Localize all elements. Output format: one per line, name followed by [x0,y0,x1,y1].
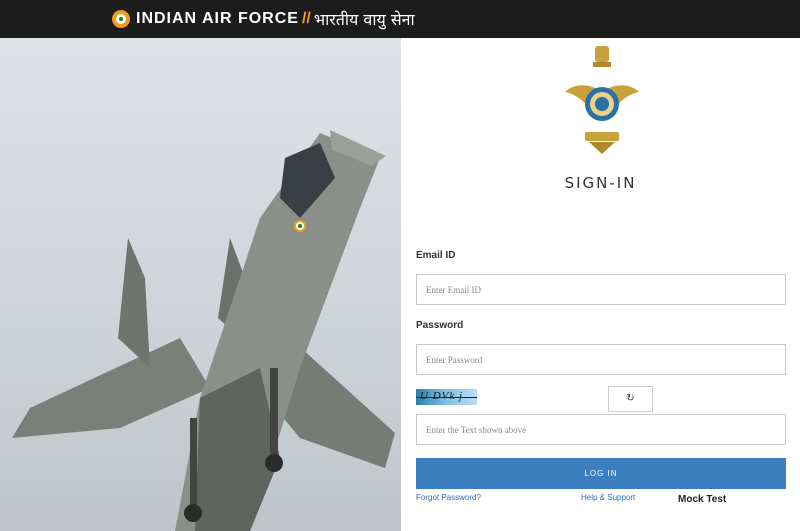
brand-separator: // [301,10,311,27]
help-support-link[interactable]: Help & Support [581,493,635,502]
password-field[interactable] [416,344,786,375]
top-bar: INDIAN AIR FORCE // भारतीय वायु सेना [0,0,800,38]
hero-image [0,38,401,531]
iaf-roundel-icon [112,10,130,28]
brand-title-en: INDIAN AIR FORCE [136,10,299,27]
login-button[interactable]: LOG IN [416,458,786,489]
fighter-jet-illustration [12,130,395,531]
captcha-strike [416,397,477,398]
email-label: Email ID [416,250,456,261]
forgot-password-link[interactable]: Forgot Password? [416,493,481,502]
mock-test-link[interactable]: Mock Test [678,494,726,505]
email-field[interactable] [416,274,786,305]
brand-title-hi: भारतीय वायु सेना [313,10,415,29]
captcha-image: U DVk j [416,389,477,405]
signin-title: SIGN-IN [564,174,637,192]
brand: INDIAN AIR FORCE // भारतीय वायु सेना [112,8,415,30]
refresh-icon: ↻ [626,393,635,404]
signin-panel: SIGN-IN Email ID Password U DVk j ↻ LOG … [401,38,800,531]
captcha-input[interactable] [416,414,786,445]
iaf-emblem-icon [565,46,639,154]
password-label: Password [416,320,464,331]
captcha-text: U DVk j [420,390,464,402]
captcha-refresh-button[interactable]: ↻ [608,386,653,412]
